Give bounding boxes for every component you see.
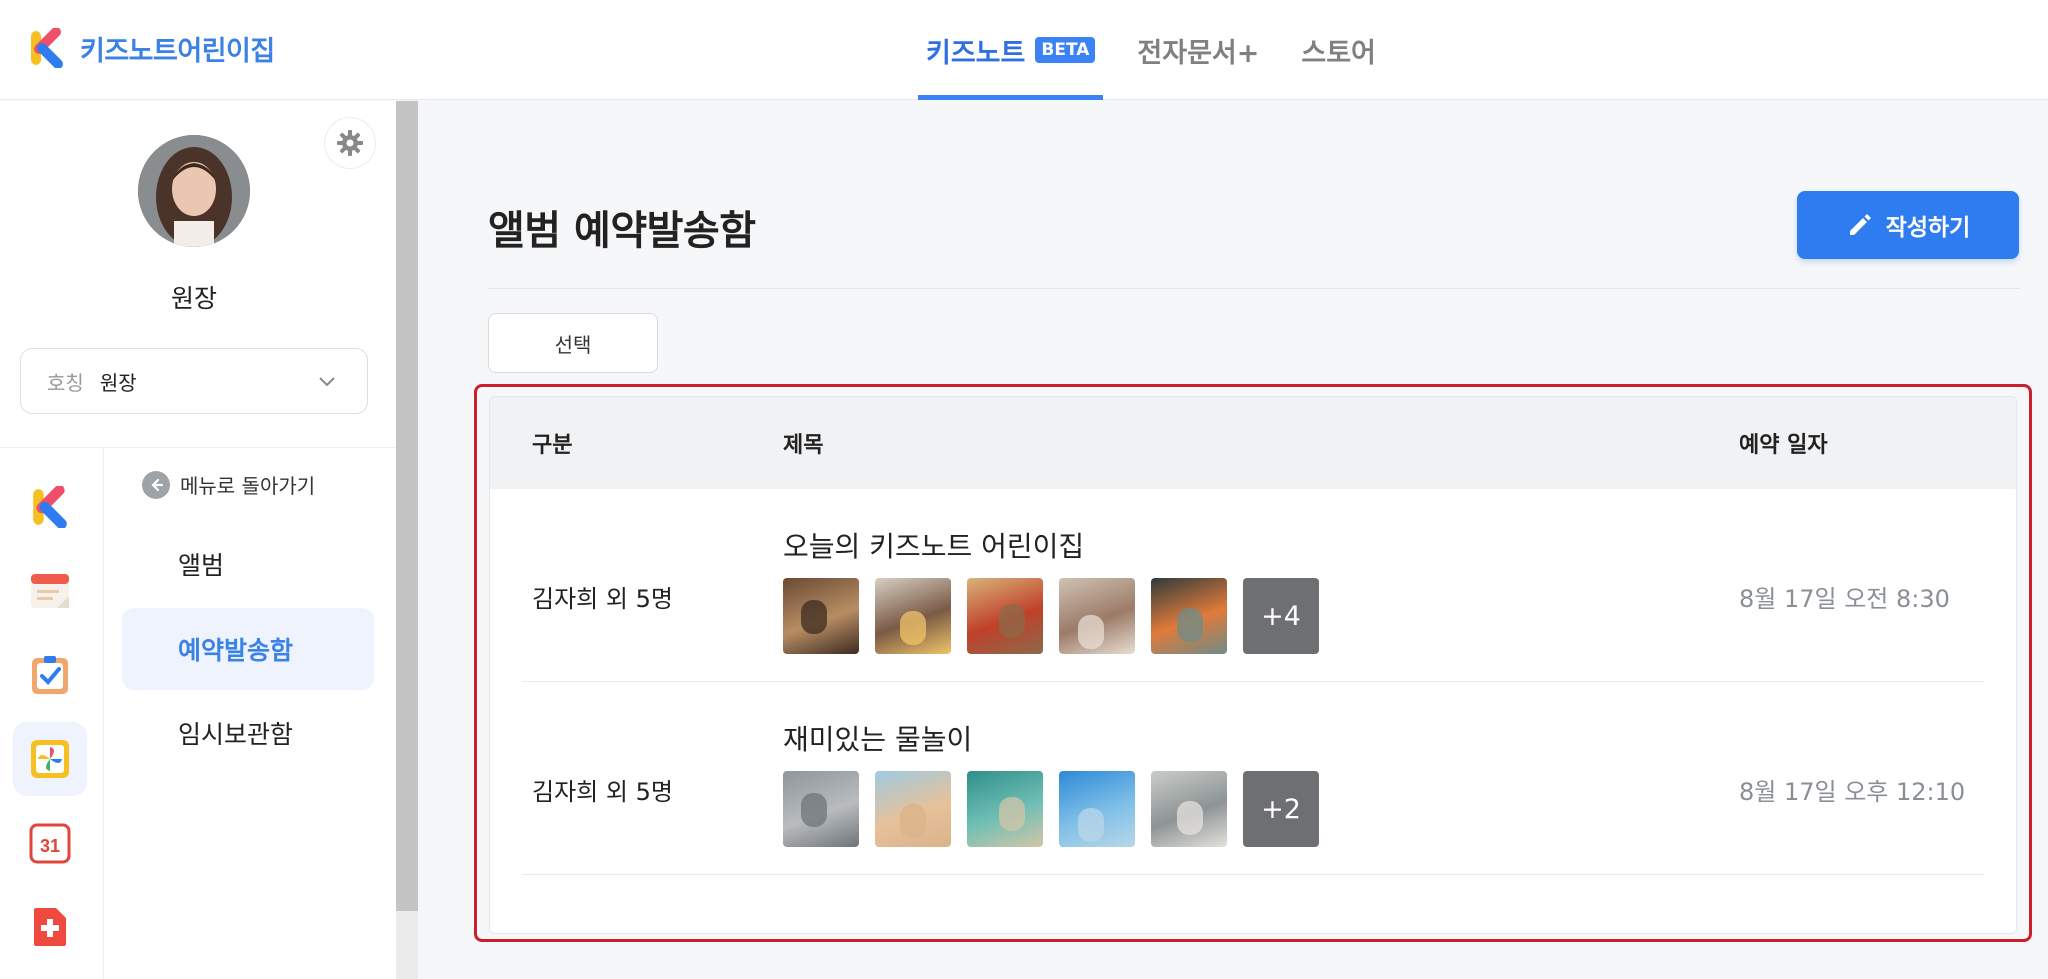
calendar-icon: 31 [29, 823, 71, 864]
kidsnote-logo-icon [33, 486, 67, 528]
sidebar-scrollbar[interactable] [396, 101, 418, 979]
avatar-photo [138, 135, 250, 247]
menu-item-scheduled-label: 예약발송함 [178, 636, 294, 665]
avatar[interactable] [138, 135, 250, 247]
selection-highlight-box [474, 384, 2032, 942]
pencil-icon [1849, 214, 1871, 235]
kidsnote-logo-icon [31, 28, 63, 68]
back-to-menu-label: 메뉴로 돌아가기 [180, 474, 316, 498]
tab-documents[interactable]: 전자문서+ [1129, 0, 1267, 100]
svg-text:31: 31 [40, 836, 60, 856]
tab-documents-label: 전자문서+ [1137, 37, 1260, 69]
chevron-down-icon [319, 377, 335, 387]
select-button[interactable]: 선택 [488, 313, 658, 373]
menu-item-album-label: 앨범 [178, 551, 225, 580]
notice-icon [31, 574, 69, 608]
back-to-menu-link[interactable]: 메뉴로 돌아가기 [142, 470, 315, 499]
write-button[interactable]: 작성하기 [1797, 191, 2019, 259]
top-nav: 키즈노트 BETA 전자문서+ 스토어 [918, 0, 1410, 100]
album-pinwheel-icon [31, 740, 69, 778]
brand[interactable]: 키즈노트어린이집 [28, 28, 275, 68]
menu-item-scheduled[interactable]: 예약발송함 [122, 608, 374, 690]
tab-store-label: 스토어 [1301, 37, 1376, 69]
rail-item-medication[interactable] [13, 890, 87, 964]
tab-kidsnote[interactable]: 키즈노트 BETA [918, 0, 1104, 100]
gear-icon [337, 130, 363, 156]
page-title: 앨범 예약발송함 [488, 208, 756, 254]
rail-item-home[interactable] [13, 470, 87, 544]
checklist-icon [32, 656, 68, 694]
rail-item-calendar[interactable]: 31 [13, 806, 87, 880]
back-arrow-icon [142, 470, 170, 499]
menu-item-album[interactable]: 앨범 [122, 523, 374, 605]
settings-button[interactable] [324, 117, 376, 169]
title-dropdown-value: 원장 [99, 370, 137, 395]
scrollbar-thumb[interactable] [396, 101, 418, 911]
profile-name: 원장 [170, 284, 217, 313]
rail-item-checklist[interactable] [13, 638, 87, 712]
sidebar: 원장 호칭 원장 31 메뉴로 돌아가기 앨범 예약발송함 임시보관함 [0, 101, 396, 979]
tab-store[interactable]: 스토어 [1293, 0, 1384, 100]
rail-item-album[interactable] [13, 722, 87, 796]
title-divider [488, 288, 2020, 289]
medication-icon [34, 908, 66, 946]
tab-kidsnote-label: 키즈노트 [926, 37, 1026, 69]
app-name: 키즈노트어린이집 [80, 35, 275, 67]
beta-badge: BETA [1035, 37, 1096, 63]
write-button-label: 작성하기 [1885, 214, 1971, 240]
title-dropdown-label: 호칭 [47, 370, 84, 395]
top-bar: 키즈노트어린이집 키즈노트 BETA 전자문서+ 스토어 [0, 0, 2048, 100]
menu-item-drafts-label: 임시보관함 [178, 720, 294, 749]
menu-item-drafts[interactable]: 임시보관함 [122, 692, 374, 774]
title-dropdown[interactable]: 호칭 원장 [20, 348, 368, 414]
rail-item-notice[interactable] [13, 554, 87, 628]
icon-rail: 31 [0, 448, 104, 979]
select-button-label: 선택 [554, 334, 592, 357]
